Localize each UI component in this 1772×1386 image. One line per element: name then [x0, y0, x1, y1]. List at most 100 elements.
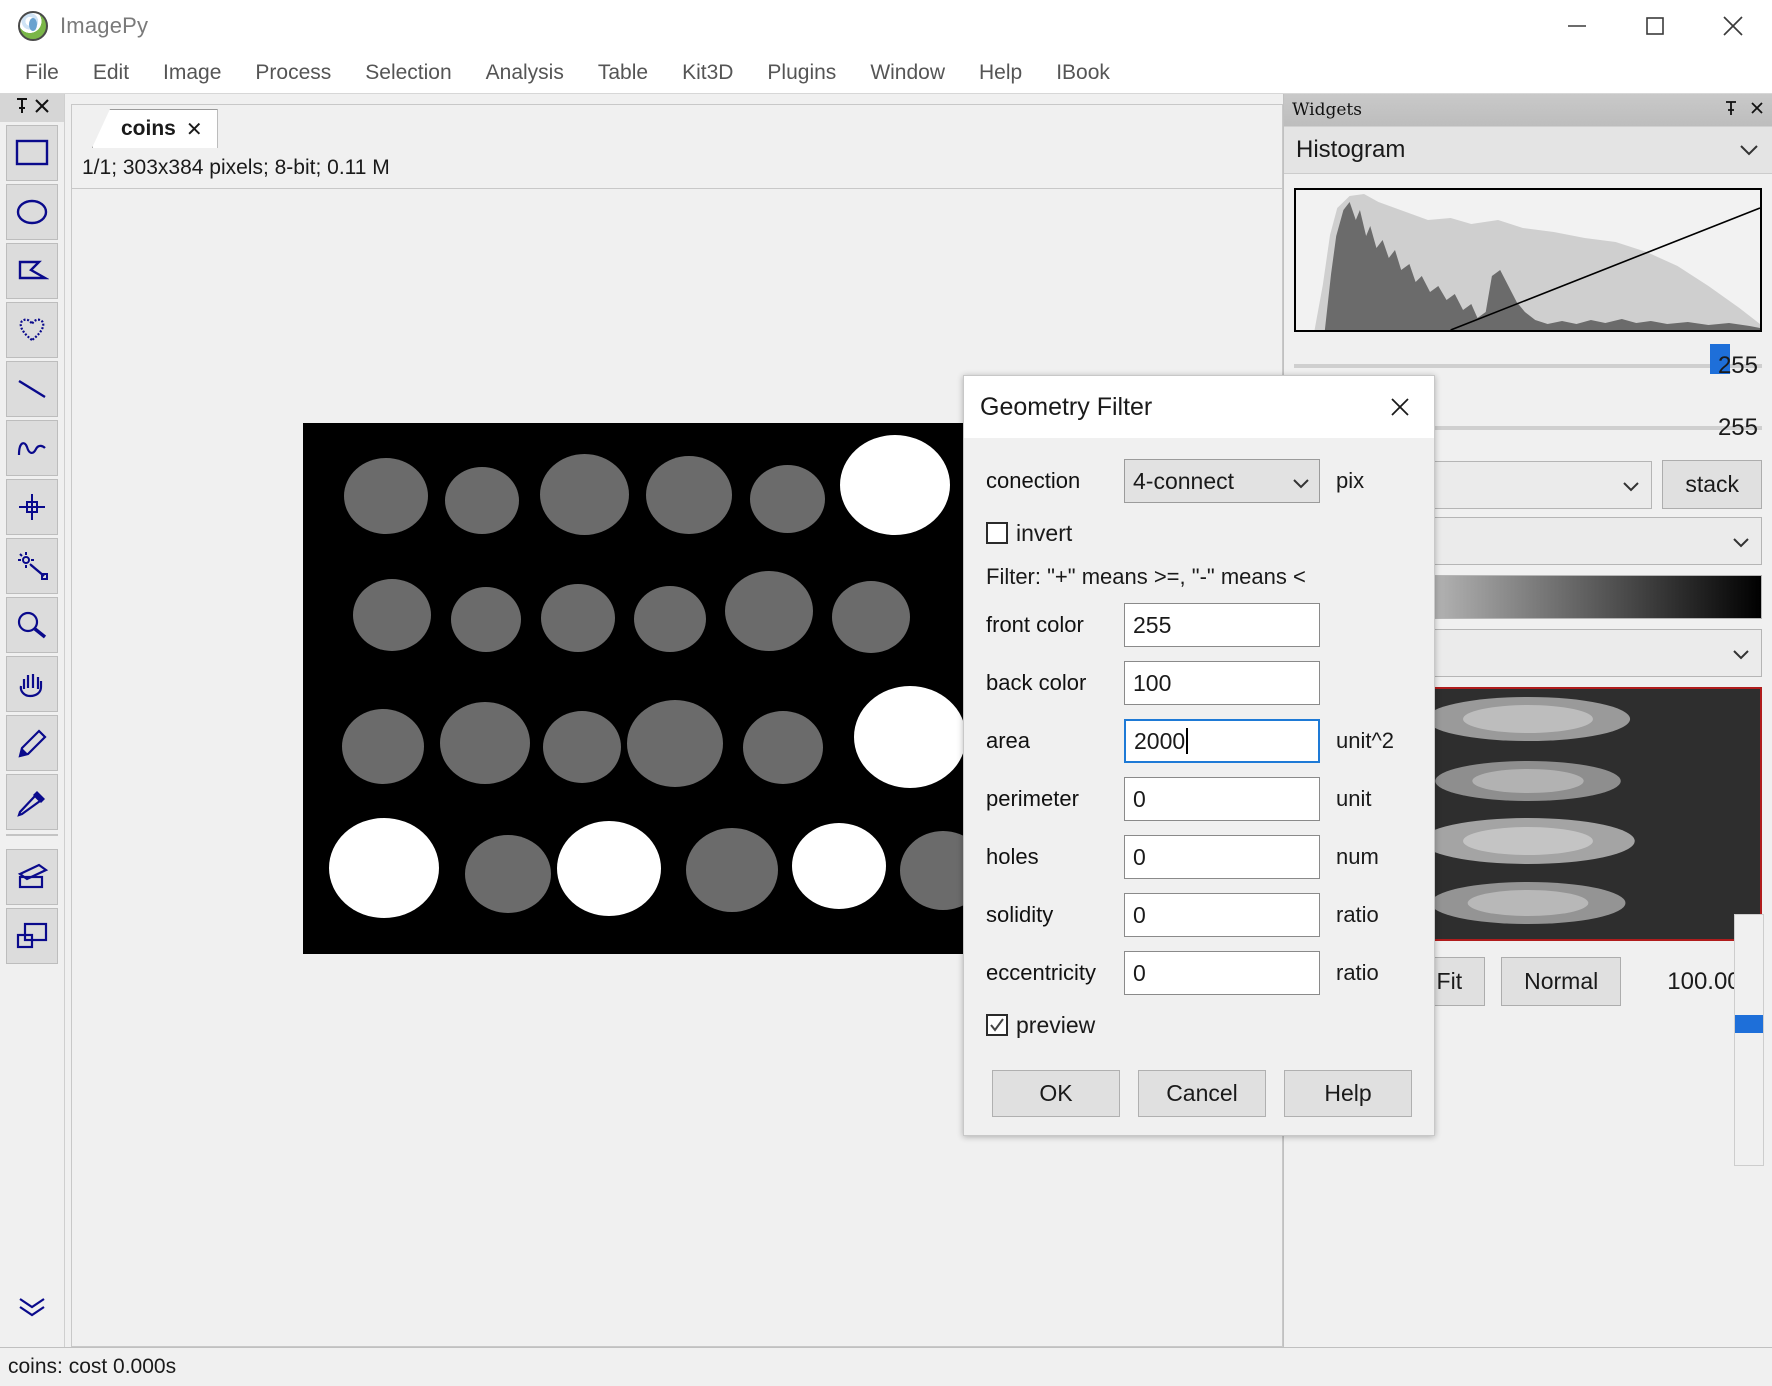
chevron-down-icon	[1731, 528, 1751, 554]
tools-panel	[0, 94, 65, 1347]
close-button[interactable]	[1694, 0, 1772, 52]
thumbnail-scrollbar-thumb[interactable]	[1735, 1015, 1763, 1033]
pan-tool[interactable]	[6, 656, 58, 712]
menu-kit3d[interactable]: Kit3D	[665, 57, 750, 89]
perimeter-input[interactable]: 0	[1124, 777, 1320, 821]
menu-analysis[interactable]: Analysis	[469, 57, 581, 89]
image-tab-close-icon[interactable]: ✕	[186, 117, 203, 142]
app-window: ImagePy File Edit Image Process Selectio…	[0, 0, 1772, 1386]
status-bar: coins: cost 0.000s	[0, 1347, 1772, 1386]
text-caret	[1186, 728, 1189, 754]
invert-checkbox[interactable]	[986, 522, 1008, 544]
minimize-button[interactable]	[1538, 0, 1616, 52]
image-tab-coins[interactable]: coins ✕	[92, 109, 218, 148]
conection-value: 4-connect	[1133, 467, 1235, 494]
area-input[interactable]: 2000	[1124, 719, 1320, 763]
menu-file[interactable]: File	[8, 57, 76, 89]
histogram-high-slider-track[interactable]	[1294, 364, 1762, 368]
dock-close-icon[interactable]	[1750, 100, 1764, 121]
menu-selection[interactable]: Selection	[348, 57, 468, 89]
menu-plugins[interactable]: Plugins	[750, 57, 853, 89]
histogram-panel-header[interactable]: Histogram	[1284, 126, 1772, 174]
coin-blob	[353, 579, 431, 651]
menu-ibook[interactable]: IBook	[1039, 57, 1127, 89]
eccentricity-value: 0	[1133, 959, 1146, 986]
polygon-select-tool[interactable]	[6, 243, 58, 299]
perimeter-value: 0	[1133, 785, 1146, 812]
back-color-value: 100	[1133, 669, 1172, 696]
image-tabs: coins ✕	[71, 104, 1283, 148]
tools-close-icon[interactable]	[34, 98, 50, 119]
line-select-tool[interactable]	[6, 361, 58, 417]
rectangle-select-tool[interactable]	[6, 125, 58, 181]
conection-row: conection 4-connect pix	[986, 452, 1412, 510]
more-tools-button[interactable]	[6, 1279, 58, 1335]
menu-edit[interactable]: Edit	[76, 57, 146, 89]
coin-blob	[646, 456, 732, 534]
cancel-button[interactable]: Cancel	[1138, 1070, 1266, 1117]
menu-table[interactable]: Table	[581, 57, 665, 89]
coin-blob	[445, 467, 519, 534]
menu-image[interactable]: Image	[146, 57, 238, 89]
chevron-down-icon	[1291, 468, 1311, 495]
pin-icon[interactable]	[14, 97, 30, 120]
conection-select[interactable]: 4-connect	[1124, 459, 1320, 503]
color-picker-tool[interactable]	[6, 774, 58, 830]
conection-label: conection	[986, 468, 1081, 493]
freehand-select-tool[interactable]	[6, 302, 58, 358]
dialog-buttons: OK Cancel Help	[986, 1070, 1412, 1117]
coin-blob	[792, 823, 886, 909]
main-body: coins ✕ 1/1; 303x384 pixels; 8-bit; 0.11…	[0, 94, 1772, 1347]
coin-blob	[344, 458, 428, 534]
dialog-close-icon[interactable]	[1380, 387, 1420, 427]
chevron-down-icon	[1731, 640, 1751, 666]
front-color-row: front color 255	[986, 596, 1412, 654]
ok-button[interactable]: OK	[992, 1070, 1120, 1117]
area-value: 2000	[1134, 727, 1186, 754]
curve-select-tool[interactable]	[6, 420, 58, 476]
zoom-tool[interactable]	[6, 597, 58, 653]
coins-binary-image[interactable]	[303, 423, 986, 954]
geometry-filter-dialog[interactable]: Geometry Filter conection 4-connect pix	[963, 375, 1435, 1136]
preview-checkbox[interactable]	[986, 1014, 1008, 1036]
layer-tool[interactable]	[6, 908, 58, 964]
title-bar-left: ImagePy	[0, 11, 148, 41]
menu-help[interactable]: Help	[962, 57, 1039, 89]
dialog-title: Geometry Filter	[980, 392, 1153, 421]
eccentricity-input[interactable]: 0	[1124, 951, 1320, 995]
menu-process[interactable]: Process	[238, 57, 348, 89]
front-color-input[interactable]: 255	[1124, 603, 1320, 647]
eccentricity-label: eccentricity	[986, 960, 1097, 985]
invert-checkbox-row[interactable]: invert	[986, 510, 1412, 556]
front-color-label: front color	[986, 612, 1084, 637]
filter-hint-text: Filter: "+" means >=, "-" means <	[986, 564, 1306, 589]
pencil-tool[interactable]	[6, 715, 58, 771]
coin-blob	[543, 711, 621, 783]
magic-wand-tool[interactable]	[6, 538, 58, 594]
widgets-dock-header: Widgets	[1284, 94, 1772, 126]
holes-label: holes	[986, 844, 1039, 869]
back-color-input[interactable]: 100	[1124, 661, 1320, 705]
normal-button[interactable]: Normal	[1501, 957, 1622, 1006]
paint-bucket-tool[interactable]	[6, 849, 58, 905]
point-select-tool[interactable]	[6, 479, 58, 535]
coin-blob	[540, 454, 629, 535]
menu-window[interactable]: Window	[853, 57, 962, 89]
chevron-down-icon[interactable]	[1738, 136, 1760, 164]
stack-button[interactable]: stack	[1662, 460, 1762, 509]
thumbnail-scrollbar[interactable]	[1734, 914, 1764, 1166]
holes-row: holes 0 num	[986, 828, 1412, 886]
ellipse-select-tool[interactable]	[6, 184, 58, 240]
maximize-button[interactable]	[1616, 0, 1694, 52]
holes-value: 0	[1133, 843, 1146, 870]
solidity-input[interactable]: 0	[1124, 893, 1320, 937]
coin-blob	[329, 818, 439, 918]
dock-pin-icon[interactable]	[1724, 100, 1738, 121]
holes-input[interactable]: 0	[1124, 835, 1320, 879]
area-unit: unit^2	[1336, 728, 1395, 753]
chevron-down-icon	[1621, 472, 1641, 498]
tools-divider	[6, 834, 58, 846]
area-row: area 2000 unit^2	[986, 712, 1412, 770]
preview-checkbox-row[interactable]: preview	[986, 1002, 1412, 1048]
help-button[interactable]: Help	[1284, 1070, 1412, 1117]
